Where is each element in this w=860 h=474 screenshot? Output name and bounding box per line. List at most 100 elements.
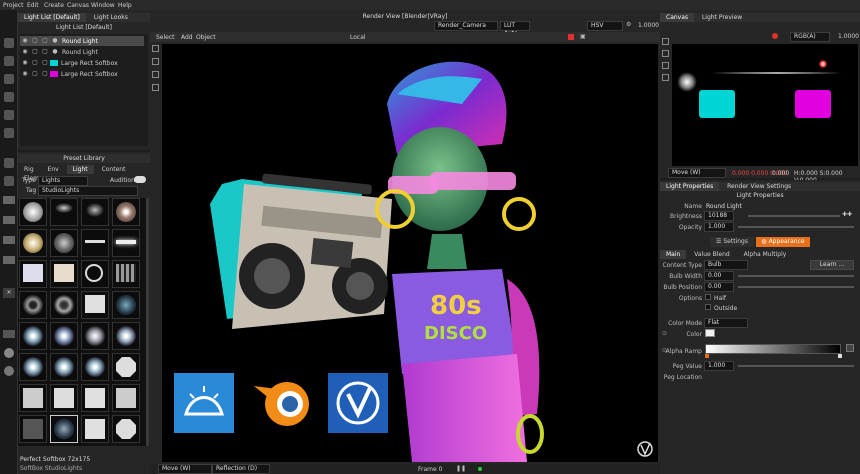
opacity-input[interactable]: 1.000: [704, 222, 734, 232]
alpha-ramp-gradient[interactable]: [705, 344, 841, 354]
pause-icon[interactable]: ❚❚: [456, 465, 466, 472]
canvas-rotate-icon[interactable]: [662, 62, 669, 69]
round-light-blob[interactable]: [819, 60, 827, 68]
bulb-width-input[interactable]: 0.00: [704, 271, 734, 281]
preset-thumb[interactable]: [50, 291, 78, 319]
tab-appearance[interactable]: ◍ Appearance: [756, 237, 810, 247]
move-mode-select[interactable]: Move (W): [158, 464, 212, 474]
solo-icon[interactable]: ▢: [30, 36, 40, 46]
render-icon[interactable]: ▣: [580, 33, 586, 40]
tool-fill-icon[interactable]: [4, 92, 14, 102]
opacity-slider[interactable]: [738, 226, 854, 228]
type-select[interactable]: Lights: [38, 176, 88, 186]
preset-thumb[interactable]: [50, 384, 78, 412]
preset-thumb[interactable]: [50, 198, 78, 226]
select-tool-icon[interactable]: [152, 45, 159, 52]
menu-canvas[interactable]: Canvas: [67, 2, 89, 9]
preset-thumb[interactable]: [19, 198, 47, 226]
tab-light-properties[interactable]: Light Properties: [660, 182, 720, 191]
solo-icon[interactable]: ▢: [30, 47, 40, 57]
round-light-blob[interactable]: [677, 72, 697, 92]
preset-thumb[interactable]: [19, 291, 47, 319]
preset-thumb[interactable]: [81, 198, 109, 226]
lock-icon[interactable]: ▢: [40, 47, 50, 57]
channel-select[interactable]: RGB(A): [790, 32, 830, 42]
scale-tool-icon[interactable]: [152, 84, 159, 91]
preset-thumb[interactable]: [112, 322, 140, 350]
tool-hdr-icon[interactable]: [3, 330, 15, 338]
preset-thumb[interactable]: [50, 322, 78, 350]
preset-thumb[interactable]: [50, 229, 78, 257]
preset-thumb[interactable]: [112, 198, 140, 226]
tool-gradient-icon[interactable]: [4, 110, 14, 120]
menu-edit[interactable]: Edit: [27, 2, 39, 9]
gear-icon[interactable]: ⚙: [626, 21, 631, 28]
tab-main[interactable]: Main: [660, 250, 687, 259]
ramp-peg-left[interactable]: [705, 354, 709, 358]
light-list-item[interactable]: ◉ ▢ ▢ ● Round Light: [20, 36, 144, 46]
menu-window[interactable]: Window: [91, 2, 115, 9]
preset-thumb[interactable]: [112, 384, 140, 412]
record-icon[interactable]: [772, 33, 778, 39]
move-tool-icon[interactable]: [152, 58, 159, 65]
solo-icon[interactable]: ▢: [30, 58, 40, 68]
tool-sphere-icon[interactable]: [4, 348, 14, 358]
preset-thumb[interactable]: [81, 260, 109, 288]
bulb-position-slider[interactable]: [738, 286, 854, 288]
tag-select[interactable]: StudioLights: [38, 186, 138, 196]
lock-icon[interactable]: ▢: [40, 36, 50, 46]
tool-strip-icon[interactable]: [3, 216, 15, 224]
reflection-mode-select[interactable]: Reflection (D): [212, 464, 270, 474]
ramp-peg-right[interactable]: [838, 354, 842, 358]
lut-select[interactable]: LUT Auto: [500, 21, 530, 37]
light-list-item[interactable]: ◉ ▢ ▢ ● Round Light: [20, 47, 144, 57]
preset-thumb[interactable]: [50, 415, 78, 443]
preset-thumb[interactable]: [81, 322, 109, 350]
stop-render-icon[interactable]: [568, 34, 574, 40]
tool-wand-icon[interactable]: [4, 158, 14, 168]
preset-thumb[interactable]: [19, 260, 47, 288]
tab-canvas[interactable]: Canvas: [660, 13, 695, 22]
peg-value-slider[interactable]: [738, 365, 854, 367]
ramp-edit-icon[interactable]: [846, 344, 854, 352]
light-list-item[interactable]: ◉ ▢ ▢ Large Rect Softbox: [20, 69, 144, 79]
preset-thumb[interactable]: [81, 229, 109, 257]
tool-close-icon[interactable]: ✕: [3, 288, 15, 298]
preset-scrollbar[interactable]: [146, 198, 149, 446]
audition-toggle[interactable]: [134, 176, 146, 183]
visibility-icon[interactable]: ◉: [20, 58, 30, 68]
tool-rect-icon[interactable]: [3, 196, 15, 204]
preset-thumb[interactable]: [112, 353, 140, 381]
brightness-step-icon[interactable]: ✚✚: [842, 211, 852, 218]
tab-rig[interactable]: Rig: [18, 165, 40, 174]
half-checkbox[interactable]: [705, 294, 711, 300]
tool-frame-icon[interactable]: [3, 256, 15, 264]
learn-button[interactable]: Learn ...: [810, 260, 854, 270]
tab-light-looks[interactable]: Light Looks: [88, 13, 134, 22]
bulb-position-input[interactable]: 0.00: [704, 282, 734, 292]
cyan-softbox-blob[interactable]: [699, 90, 735, 118]
preset-thumb[interactable]: [19, 322, 47, 350]
hdri-canvas[interactable]: [672, 44, 858, 166]
outside-checkbox[interactable]: [705, 304, 711, 310]
render-image[interactable]: 80s DISCO: [162, 44, 658, 462]
content-type-select[interactable]: Bulb: [704, 260, 748, 270]
canvas-move-mode[interactable]: Move (W): [668, 168, 726, 178]
rotate-tool-icon[interactable]: [152, 71, 159, 78]
tool-brush-icon[interactable]: [4, 38, 14, 48]
tab-content[interactable]: Content: [96, 165, 132, 174]
preset-thumb[interactable]: [19, 229, 47, 257]
visibility-icon[interactable]: ◉: [20, 36, 30, 46]
preset-thumb[interactable]: [19, 384, 47, 412]
tool-stamp-icon[interactable]: [4, 128, 14, 138]
menu-help[interactable]: Help: [118, 2, 132, 9]
lock-icon[interactable]: ▢: [40, 69, 50, 79]
visibility-icon[interactable]: ◉: [20, 69, 30, 79]
color-swatch[interactable]: [705, 329, 715, 337]
bulb-width-slider[interactable]: [738, 275, 854, 277]
brightness-input[interactable]: 10188: [704, 211, 734, 221]
tool-sphere2-icon[interactable]: [4, 366, 14, 376]
color-space-select[interactable]: HSV: [587, 21, 623, 31]
tab-light[interactable]: Light: [66, 165, 94, 174]
menu-select[interactable]: Select: [156, 34, 175, 41]
